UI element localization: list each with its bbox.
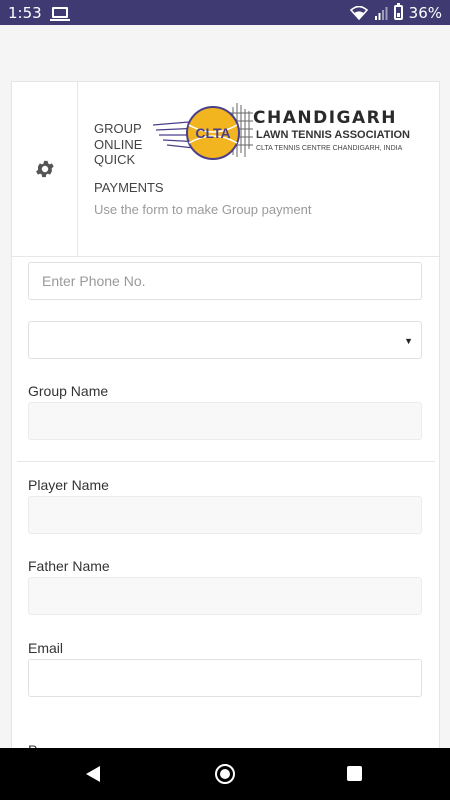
logo-association: LAWN TENNIS ASSOCIATION	[256, 129, 410, 141]
header-content: GROUP ONLINE QUICK CLTA CHANDIGARH LAWN …	[78, 82, 439, 256]
group-name-label: Group Name	[28, 383, 109, 399]
email-input[interactable]	[29, 660, 421, 696]
phone-input[interactable]	[29, 263, 421, 299]
email-label: Email	[28, 640, 64, 656]
logo-name: CHANDIGARH	[253, 108, 397, 128]
payment-card: GROUP ONLINE QUICK CLTA CHANDIGARH LAWN …	[11, 81, 440, 761]
player-name-input[interactable]	[29, 497, 421, 533]
status-time: 1:53	[8, 3, 42, 22]
dropdown-caret-icon[interactable]: ▼	[404, 336, 413, 346]
card-header: GROUP ONLINE QUICK CLTA CHANDIGARH LAWN …	[12, 82, 439, 257]
battery-percent: 36%	[408, 3, 442, 22]
section-divider	[17, 461, 435, 462]
recent-apps-icon[interactable]	[347, 766, 362, 781]
wifi-icon	[349, 5, 368, 20]
player-name-label: Player Name	[28, 477, 109, 493]
page-title: GROUP ONLINE QUICK	[94, 121, 143, 167]
settings-cell[interactable]	[12, 82, 78, 256]
home-icon[interactable]	[215, 764, 235, 784]
battery-icon	[393, 3, 403, 20]
form-help-text: Use the form to make Group payment	[94, 202, 312, 217]
navigation-bar	[0, 748, 450, 800]
phone-field[interactable]	[28, 262, 422, 300]
father-name-label: Father Name	[28, 558, 110, 574]
logo-tagline: CLTA TENNIS CENTRE CHANDIGARH, INDIA	[256, 145, 403, 152]
clta-logo: CLTA CHANDIGARH LAWN TENNIS ASSOCIATION …	[153, 103, 410, 160]
page-subtitle: PAYMENTS	[94, 180, 164, 195]
signal-icon	[374, 6, 388, 20]
player-name-field[interactable]	[28, 496, 422, 534]
logo-badge: CLTA	[195, 125, 230, 141]
back-icon[interactable]	[86, 766, 100, 782]
father-name-input[interactable]	[29, 578, 421, 614]
group-select[interactable]: ▼	[28, 321, 422, 359]
status-icons: 36%	[349, 3, 442, 22]
group-name-field[interactable]	[28, 402, 422, 440]
laptop-icon	[49, 7, 70, 21]
status-bar: 1:53 36%	[0, 0, 450, 25]
father-name-field[interactable]	[28, 577, 422, 615]
gear-icon[interactable]	[34, 158, 56, 180]
email-field[interactable]	[28, 659, 422, 697]
group-name-input[interactable]	[29, 403, 421, 439]
